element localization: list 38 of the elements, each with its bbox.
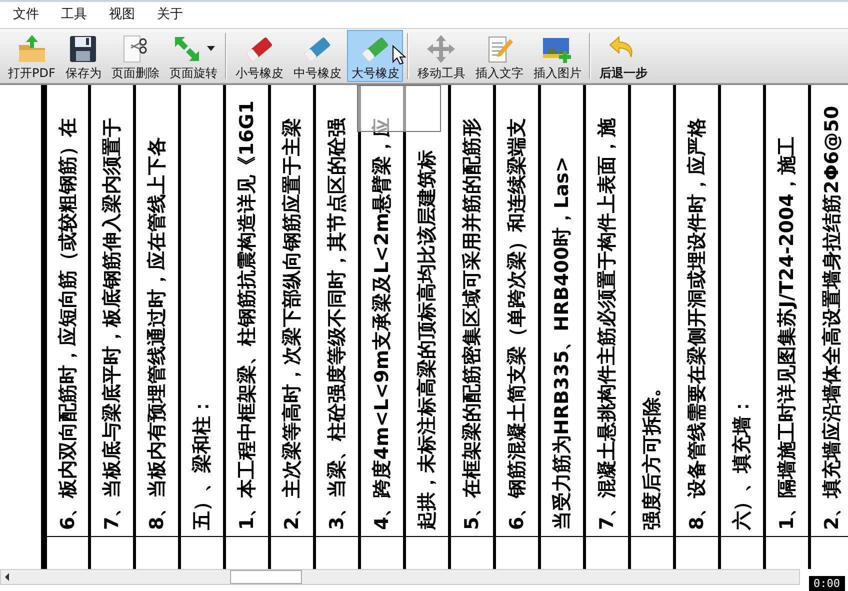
document-text-line: 8、设备管线需要在梁侧开洞或埋设件时，应严格 bbox=[685, 118, 709, 530]
document-text-line: 5、在框架梁的配筋密集区域可采用并筋的配筋形 bbox=[460, 118, 484, 530]
toolbar-button[interactable]: 页面删除 bbox=[107, 30, 164, 82]
toolbar-button[interactable]: 插入图片 bbox=[529, 30, 586, 82]
caret-icon[interactable] bbox=[207, 46, 216, 52]
toolbar-button[interactable]: 后退一步 bbox=[595, 30, 652, 82]
document-text-line: 6、钢筋混凝土简支梁（单跨次梁）和连续梁端支 bbox=[505, 118, 529, 530]
document-text-line: 五）、梁和柱： bbox=[190, 397, 214, 530]
toolbar-button[interactable]: 移动工具 bbox=[413, 30, 470, 82]
menu-item[interactable]: 视图 bbox=[98, 4, 146, 26]
toolbar-button[interactable]: 中号橡皮 bbox=[289, 30, 346, 82]
document-text-line: 2、填充墙应沿墙体全高设置墙身拉结筋2Φ6@50 bbox=[820, 106, 844, 530]
document-text-line: 六）、填充墙： bbox=[730, 397, 754, 530]
document-text-line: 3、当梁、柱砼强度等级不同时，其节点区的砼强 bbox=[325, 118, 349, 530]
document-text-line: 1、隔墙施工时详见图集苏J/T24-2004，施工 bbox=[775, 136, 799, 530]
menu-item[interactable]: 文件 bbox=[2, 4, 50, 26]
toolbar-button[interactable]: 小号橡皮 bbox=[231, 30, 288, 82]
toolbar-button[interactable]: 页面旋转 bbox=[165, 30, 222, 82]
document-text-line: 8、当板内有预埋管线通过时，应在管线上下各 bbox=[145, 136, 169, 530]
toolbar-button[interactable]: 插入文字 bbox=[471, 30, 528, 82]
document-text-line: 当受力筋为HRB335、HRB400时，Las> bbox=[550, 156, 574, 530]
move-icon bbox=[425, 33, 458, 65]
toolbar-button[interactable]: 打开PDF bbox=[4, 30, 60, 82]
menu-item[interactable]: 工具 bbox=[50, 4, 98, 26]
document-text-line: 7、当板底与梁底平时，板底钢筋伸入梁内须置于 bbox=[100, 118, 124, 530]
toolbar-button[interactable]: 保存为 bbox=[61, 30, 106, 82]
document-text-line: 2、主次梁等高时，次梁下部纵向钢筋应置于主梁 bbox=[280, 118, 304, 530]
document-text-line: 强度后方可拆除。 bbox=[640, 378, 664, 530]
document-text-line: 7、混凝土悬挑构件主筋必须置于构件上表面，施 bbox=[595, 118, 619, 530]
document-text-line: 起拱，未标注标高梁的顶标高均比该层建筑标 bbox=[415, 150, 439, 530]
document-text-line: 6、板内双向配筋时，应短向筋（或较粗钢筋）在 bbox=[56, 118, 80, 530]
document-text-line: 4、跨度4m<L<9m支承梁及L<2m悬臂梁，应 bbox=[370, 118, 394, 530]
menu-item[interactable]: 关于 bbox=[146, 4, 194, 26]
toolbar-button[interactable]: 大号橡皮 bbox=[347, 30, 404, 82]
horizontal-scrollbar[interactable] bbox=[0, 569, 800, 585]
timer: 0:00 bbox=[808, 576, 845, 591]
document-text-line: 1、本工程中框架梁、柱钢筋抗震构造详见《16G1 bbox=[235, 100, 259, 530]
scroll-thumb[interactable] bbox=[230, 570, 302, 584]
